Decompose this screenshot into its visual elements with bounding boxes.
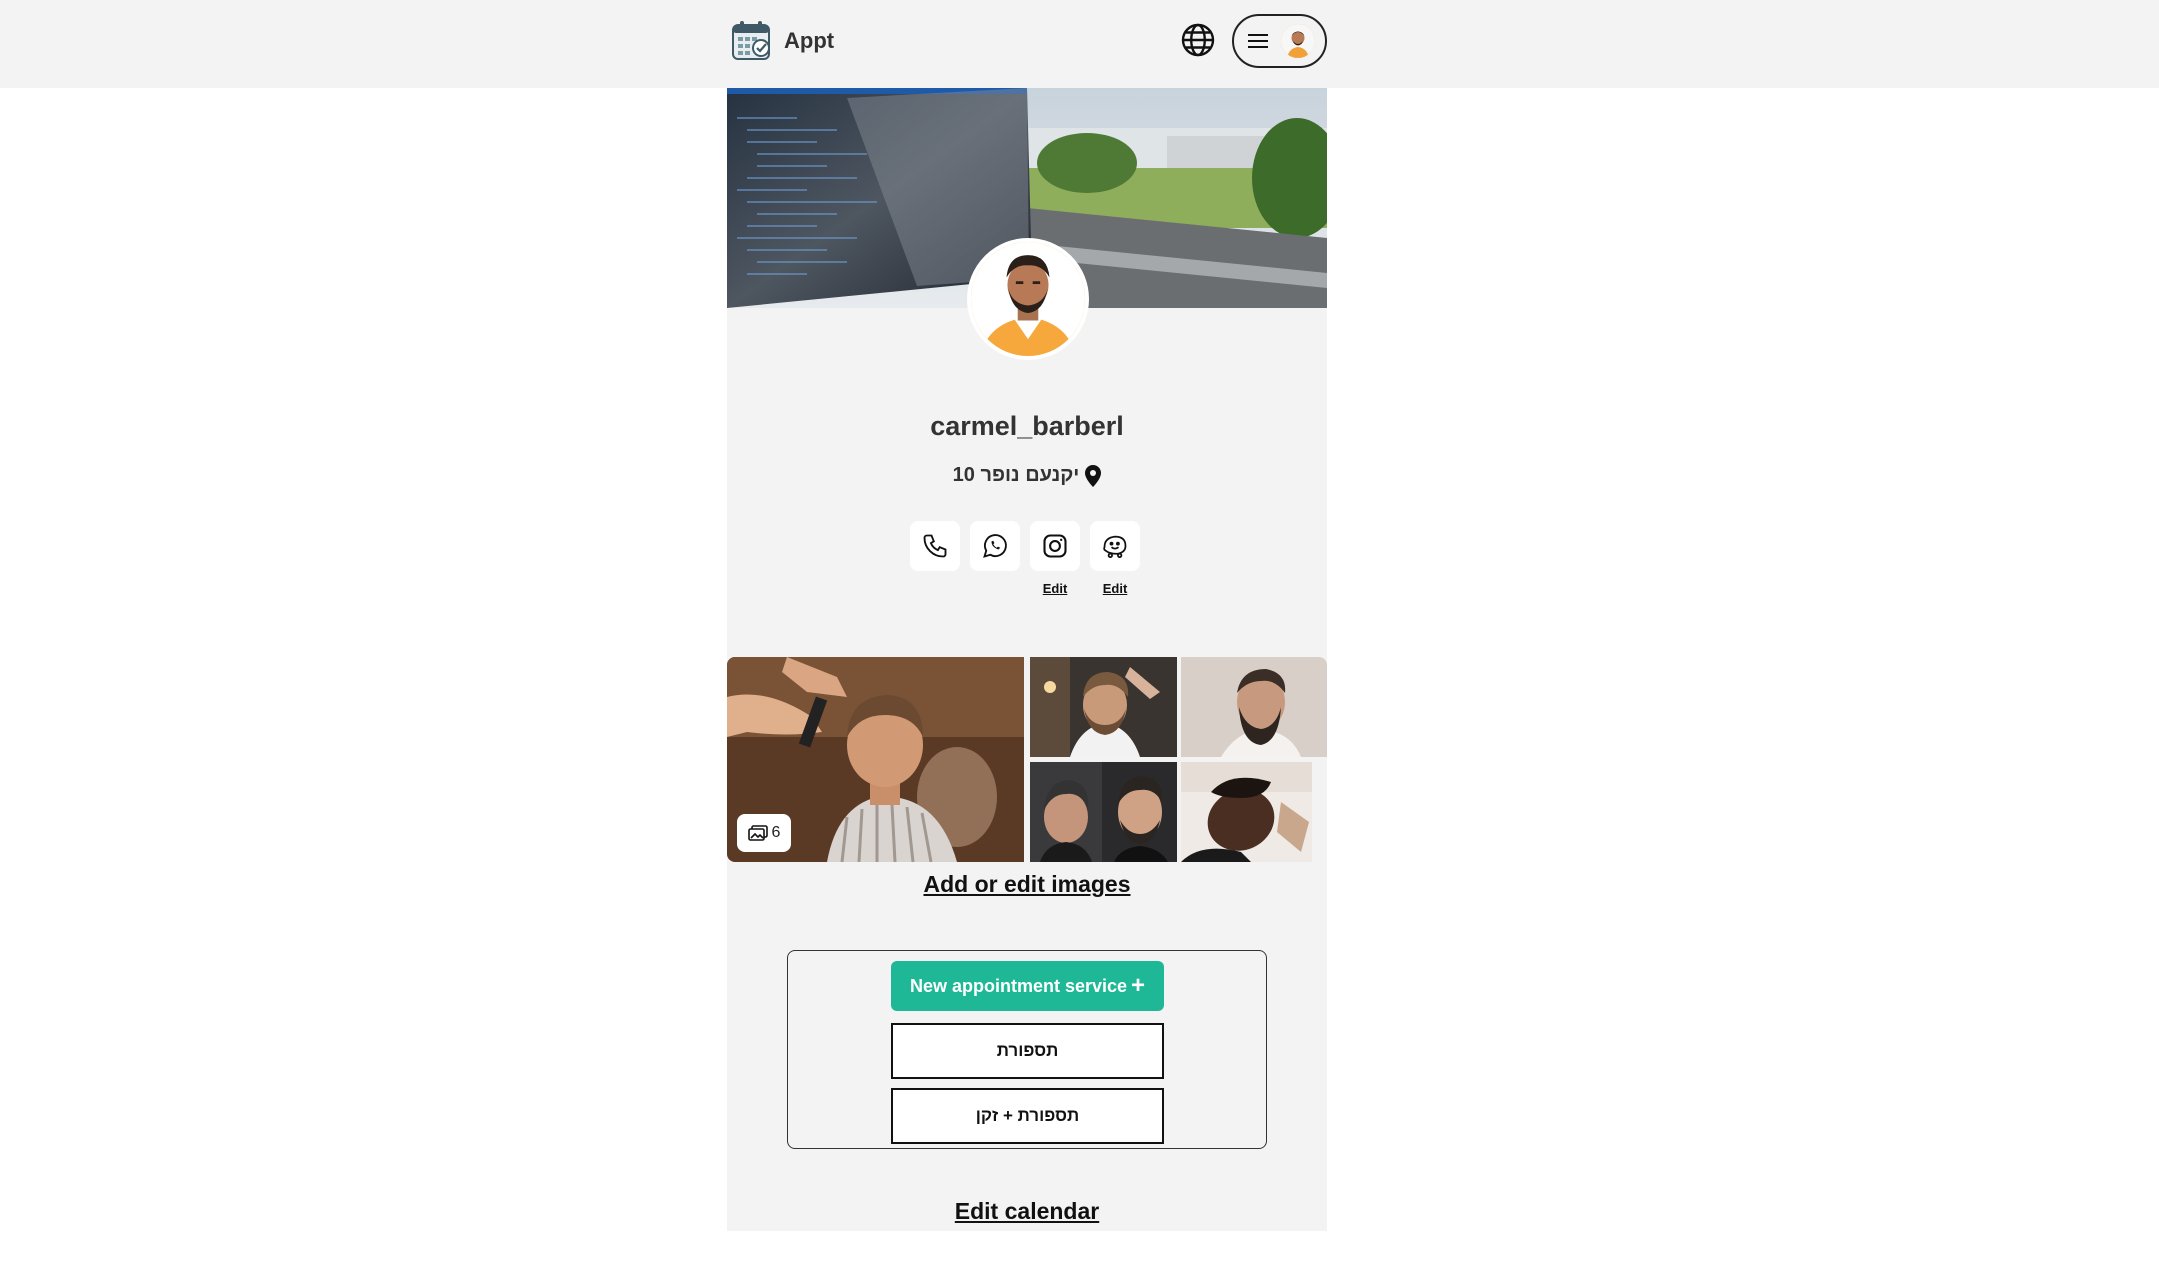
user-menu-button[interactable] xyxy=(1232,14,1327,68)
app-name: Appt xyxy=(784,28,835,53)
top-navbar: Appt xyxy=(0,0,2159,88)
service-item[interactable]: תספורת + זקן xyxy=(891,1088,1164,1144)
phone-icon xyxy=(923,534,947,558)
profile-avatar[interactable] xyxy=(967,238,1089,360)
images-icon xyxy=(747,825,768,841)
instagram-button[interactable] xyxy=(1030,521,1080,571)
language-globe-icon[interactable] xyxy=(1180,22,1216,58)
gallery-thumbnail[interactable] xyxy=(1030,762,1177,862)
social-links: Edit Edit xyxy=(910,521,1140,597)
edit-calendar-row: Edit calendar xyxy=(727,1198,1327,1225)
gallery-thumbnail[interactable] xyxy=(1030,657,1177,757)
address-row: יקנעם נופר 10 xyxy=(727,464,1327,487)
services-box: New appointment service + תספורת תספורת … xyxy=(787,950,1267,1149)
hamburger-icon xyxy=(1248,34,1268,48)
address-text: יקנעם נופר 10 xyxy=(952,464,1080,486)
image-count: 6 xyxy=(771,824,781,841)
image-count-badge: 6 xyxy=(737,814,791,852)
edit-instagram-link[interactable]: Edit xyxy=(1043,581,1068,597)
add-edit-images-row: Add or edit images xyxy=(727,871,1327,898)
brand[interactable]: Appt xyxy=(730,18,834,64)
waze-button[interactable] xyxy=(1090,521,1140,571)
user-avatar xyxy=(1281,24,1315,58)
add-edit-images-link[interactable]: Add or edit images xyxy=(923,871,1130,897)
image-gallery: 6 xyxy=(727,657,1327,862)
location-pin-icon xyxy=(1085,464,1102,487)
gallery-thumbnail[interactable] xyxy=(1181,657,1327,757)
whatsapp-icon xyxy=(983,534,1007,558)
phone-button[interactable] xyxy=(910,521,960,571)
service-label: תספורת + זקן xyxy=(975,1106,1080,1125)
calendar-logo-icon xyxy=(732,21,770,60)
gallery-thumbnail[interactable] xyxy=(1181,762,1312,862)
new-service-label: New appointment service xyxy=(909,975,1128,996)
service-item[interactable]: תספורת xyxy=(891,1023,1164,1079)
waze-icon xyxy=(1103,535,1127,558)
service-label: תספורת xyxy=(996,1041,1059,1060)
edit-calendar-link[interactable]: Edit calendar xyxy=(955,1198,1099,1224)
edit-waze-link[interactable]: Edit xyxy=(1103,581,1128,597)
gallery-main-image[interactable]: 6 xyxy=(727,657,1024,862)
plus-icon: + xyxy=(1131,972,1146,999)
whatsapp-button[interactable] xyxy=(970,521,1020,571)
profile-username: carmel_barberl xyxy=(930,411,1124,441)
new-appointment-service-button[interactable]: New appointment service + xyxy=(891,961,1164,1011)
profile-card: carmel_barberl יקנעם נופר 10 Edit Edit 6… xyxy=(727,88,1327,1231)
instagram-icon xyxy=(1043,534,1067,558)
